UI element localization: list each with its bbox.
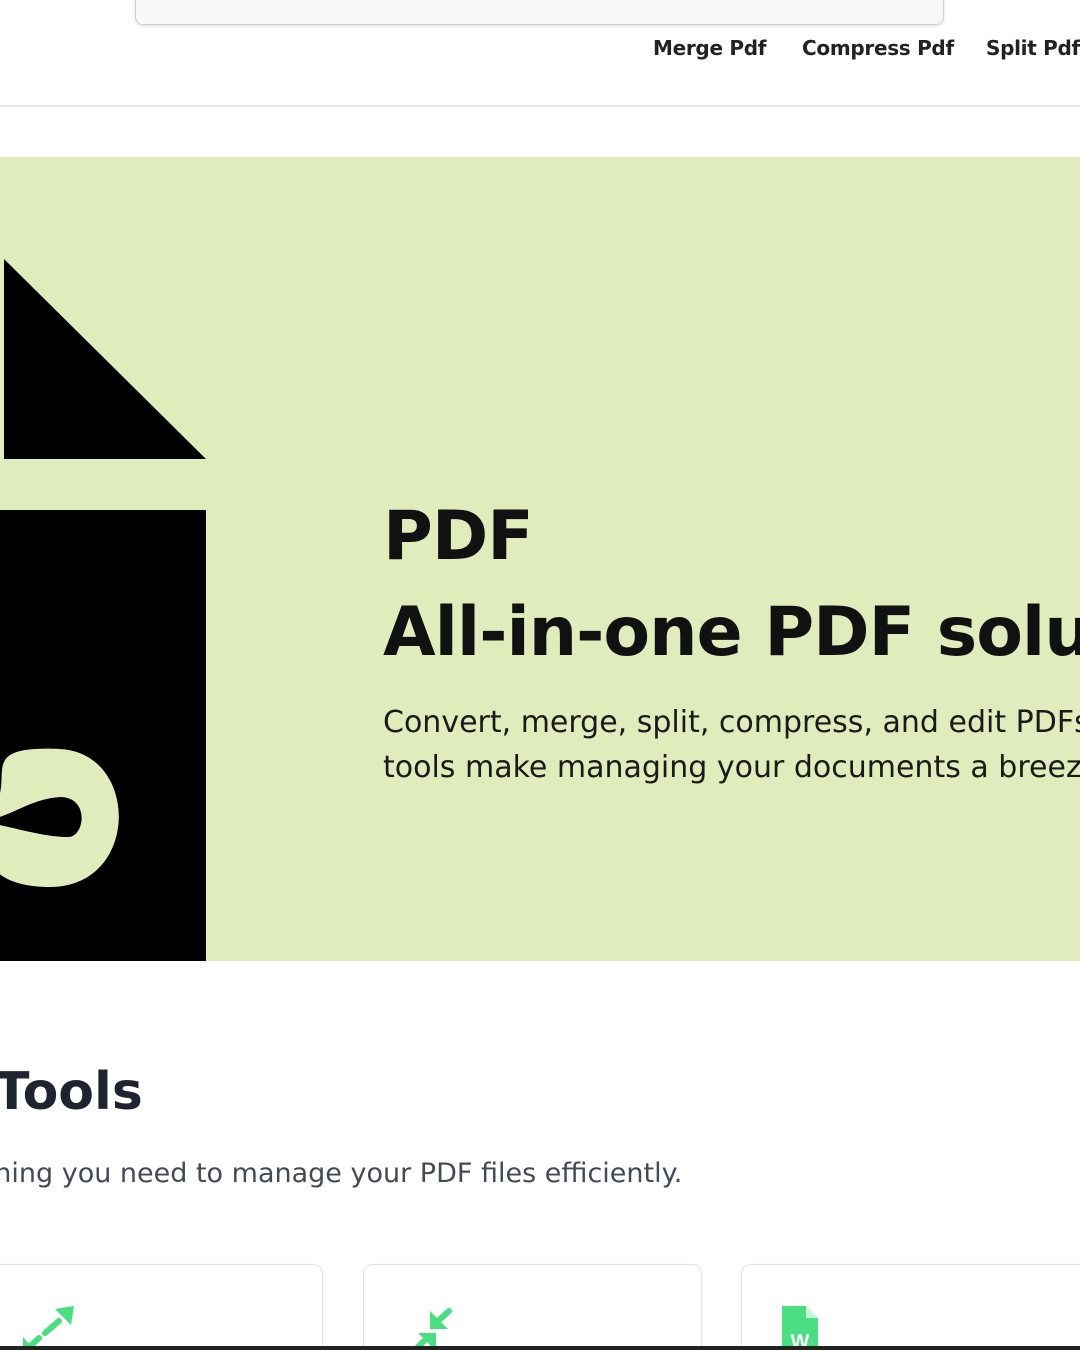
hero-description-line-1: Convert, merge, split, compress, and edi…	[383, 705, 1080, 740]
hero-title: PDF All-in-one PDF solu	[383, 489, 1080, 681]
main-nav: Merge Pdf Compress Pdf Split Pdf	[0, 36, 1080, 66]
nav-link-compress-pdf[interactable]: Compress Pdf	[802, 36, 954, 60]
hero-description: Convert, merge, split, compress, and edi…	[383, 700, 1080, 790]
bottom-border	[0, 1346, 1080, 1350]
site-header: Merge Pdf Compress Pdf Split Pdf	[0, 0, 1080, 107]
nav-link-merge-pdf[interactable]: Merge Pdf	[653, 36, 766, 60]
hero-banner: PDF All-in-one PDF solu Convert, merge, …	[0, 157, 1080, 961]
tool-card-expand[interactable]	[0, 1264, 323, 1350]
tool-card-word[interactable]: W	[741, 1264, 1080, 1350]
page: Merge Pdf Compress Pdf Split Pdf PDF All…	[0, 0, 1080, 1350]
expand-arrows-icon	[23, 1306, 74, 1350]
nav-link-split-pdf[interactable]: Split Pdf	[986, 36, 1080, 60]
search-bar[interactable]	[135, 0, 944, 25]
tool-card-compress[interactable]	[363, 1264, 702, 1350]
tools-section-title: Tools	[0, 1062, 143, 1122]
word-file-icon: W	[782, 1306, 818, 1350]
compress-arrows-icon	[413, 1308, 452, 1350]
tools-section-subtitle: erything you need to manage your PDF fil…	[0, 1158, 683, 1189]
hero-description-line-2: tools make managing your documents a bre…	[383, 750, 1080, 785]
hero-title-line-2: All-in-one PDF solu	[383, 593, 1080, 672]
pdf-logo-icon	[0, 259, 206, 961]
hero-title-line-1: PDF	[383, 497, 534, 576]
